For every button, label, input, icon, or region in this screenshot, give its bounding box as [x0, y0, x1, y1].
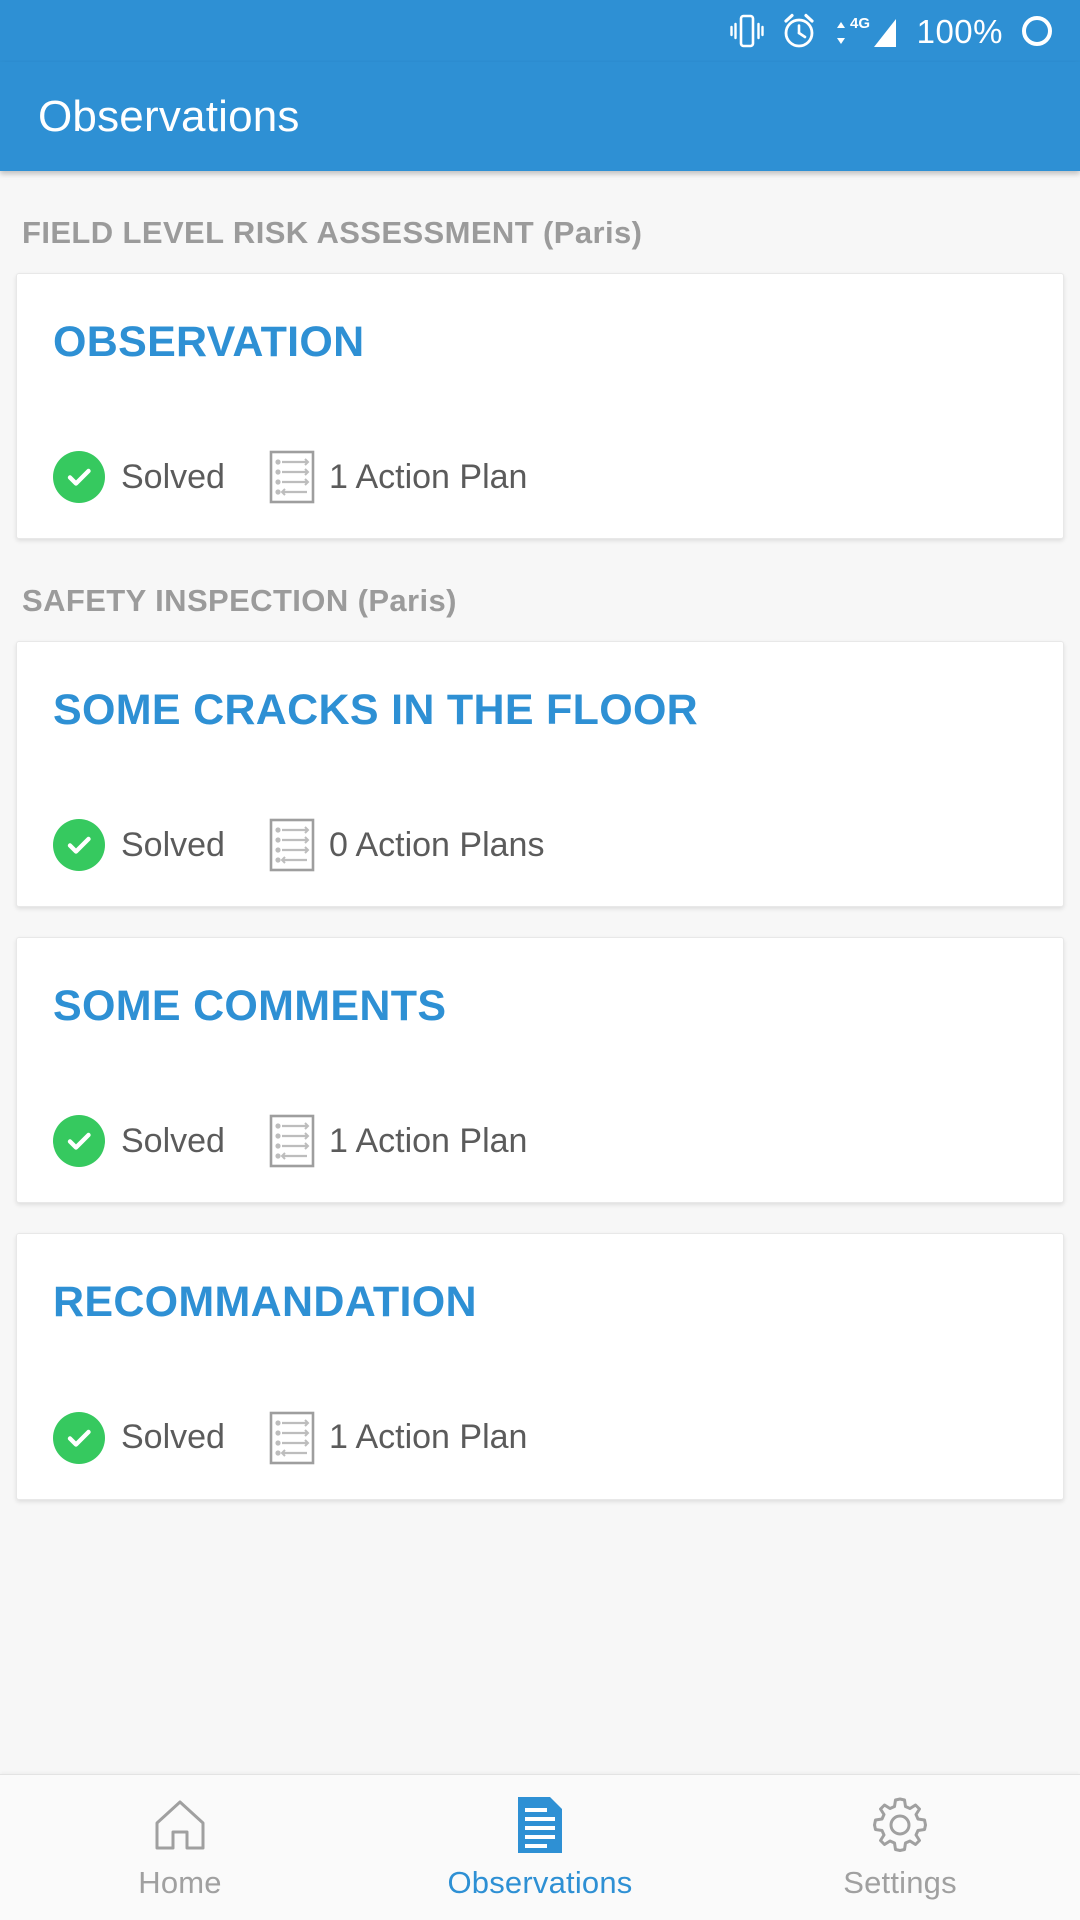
- battery-percent-label: 100%: [916, 12, 1003, 50]
- action-plan-icon: [269, 818, 315, 872]
- card-meta-row: Solved: [53, 450, 1027, 504]
- action-plan-chip: 0 Action Plans: [269, 818, 544, 872]
- action-plan-label: 1 Action Plan: [328, 1121, 528, 1160]
- status-badge: Solved: [53, 451, 225, 504]
- app-bar: Observations: [0, 62, 1080, 171]
- card-title: RECOMMANDATION: [53, 1278, 477, 1327]
- status-badge: Solved: [53, 1115, 225, 1168]
- battery-circle-icon: [1020, 14, 1054, 48]
- action-plan-label: 1 Action Plan: [328, 457, 528, 496]
- bottom-navigation-bar: Home Observations Settings: [0, 1774, 1080, 1920]
- phone-screen: 4G 100% Observations FIELD LEVEL RISK AS…: [0, 0, 1080, 1920]
- card-meta-row: Solved: [53, 818, 1027, 872]
- section-header-safety-inspection: SAFETY INSPECTION (Paris): [22, 583, 457, 619]
- nav-item-home[interactable]: Home: [0, 1794, 360, 1901]
- observations-scroll-list[interactable]: FIELD LEVEL RISK ASSESSMENT (Paris) OBSE…: [0, 171, 1080, 1774]
- card-title: SOME COMMENTS: [53, 982, 447, 1031]
- status-label: Solved: [121, 457, 225, 496]
- observation-card[interactable]: SOME CRACKS IN THE FLOOR Solved 0 Action…: [16, 641, 1064, 908]
- status-badge: Solved: [53, 1411, 225, 1464]
- observation-card[interactable]: OBSERVATION Solved 1 Action Plan: [16, 273, 1064, 540]
- action-plan-icon: [269, 1114, 315, 1168]
- vibrate-icon: [729, 12, 764, 50]
- check-circle-icon: [53, 1411, 105, 1464]
- card-meta-row: Solved: [53, 1114, 1027, 1168]
- action-plan-label: 1 Action Plan: [328, 1418, 528, 1457]
- data-transfer-4g-icon: 4G: [834, 11, 900, 51]
- check-circle-icon: [53, 1115, 105, 1168]
- action-plan-icon: [269, 450, 315, 504]
- section-header-flra: FIELD LEVEL RISK ASSESSMENT (Paris): [22, 215, 643, 250]
- status-label: Solved: [121, 1418, 225, 1457]
- document-lines-icon: [514, 1794, 566, 1856]
- status-bar: 4G 100%: [0, 0, 1080, 62]
- page-title: Observations: [38, 91, 300, 141]
- nav-label-home: Home: [138, 1865, 222, 1900]
- nav-label-observations: Observations: [447, 1865, 633, 1900]
- action-plan-icon: [269, 1411, 315, 1465]
- gear-icon: [870, 1794, 930, 1856]
- status-label: Solved: [121, 1121, 225, 1160]
- action-plan-label: 0 Action Plans: [328, 825, 545, 864]
- card-title: SOME CRACKS IN THE FLOOR: [53, 686, 699, 735]
- action-plan-chip: 1 Action Plan: [269, 1411, 527, 1465]
- observation-card[interactable]: RECOMMANDATION Solved 1 Action Plan: [16, 1233, 1064, 1500]
- observation-card[interactable]: SOME COMMENTS Solved 1 Action Plan: [16, 937, 1064, 1204]
- action-plan-chip: 1 Action Plan: [269, 450, 527, 504]
- status-label: Solved: [121, 825, 225, 864]
- check-circle-icon: [53, 451, 105, 504]
- nav-label-settings: Settings: [843, 1865, 957, 1900]
- home-icon: [151, 1794, 209, 1856]
- svg-text:4G: 4G: [850, 15, 870, 32]
- status-badge: Solved: [53, 819, 225, 872]
- alarm-clock-icon: [781, 12, 817, 50]
- nav-item-settings[interactable]: Settings: [720, 1794, 1080, 1901]
- card-meta-row: Solved: [53, 1411, 1027, 1465]
- check-circle-icon: [53, 819, 105, 872]
- nav-item-observations[interactable]: Observations: [360, 1794, 720, 1901]
- card-title: OBSERVATION: [53, 318, 365, 366]
- action-plan-chip: 1 Action Plan: [269, 1114, 527, 1168]
